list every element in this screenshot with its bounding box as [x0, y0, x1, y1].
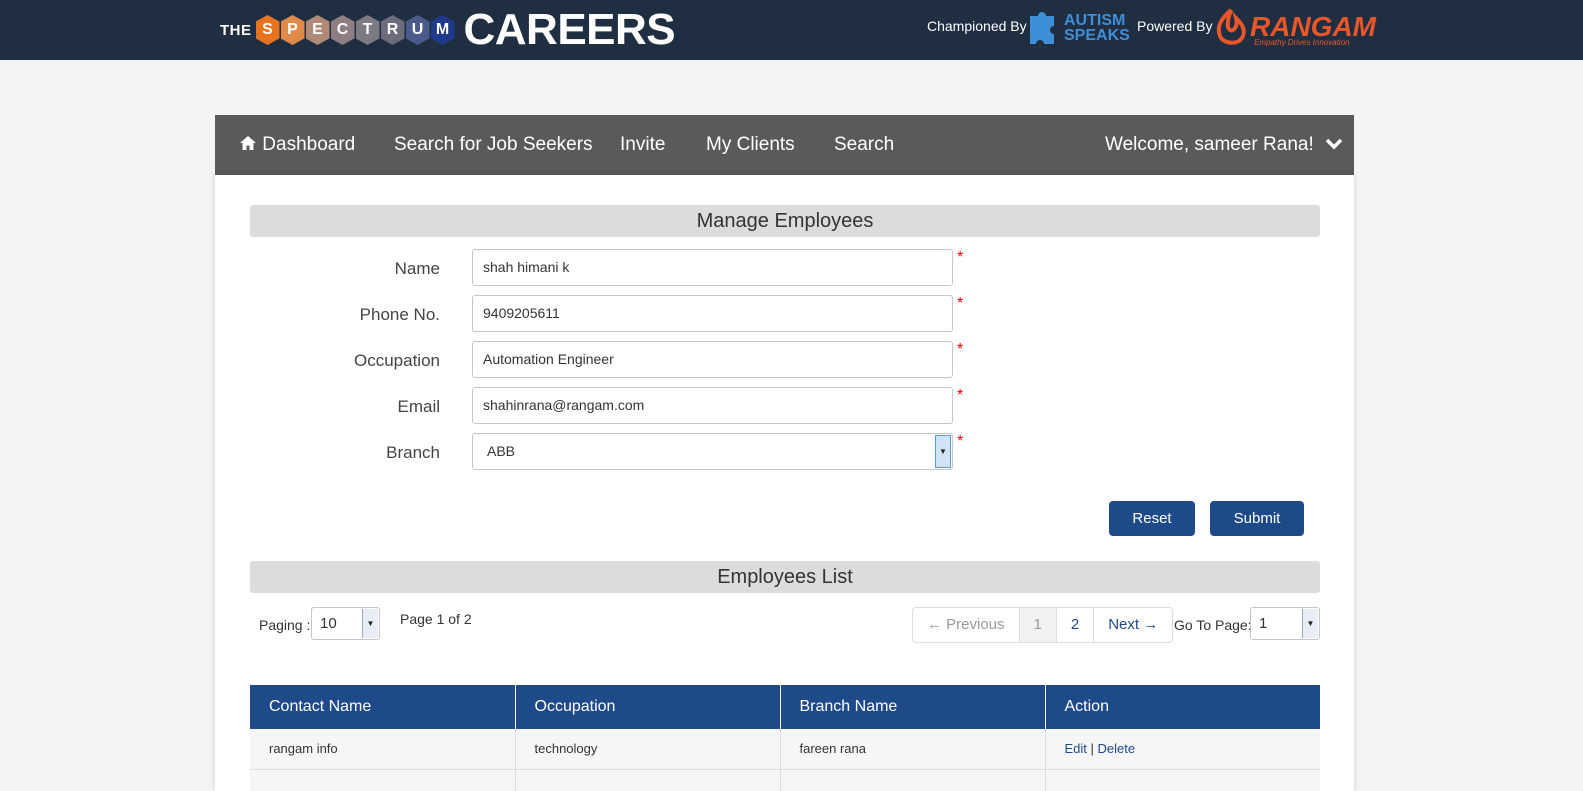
required-mark: *	[957, 249, 964, 266]
welcome-text: Welcome, sameer Rana!	[1105, 134, 1314, 155]
table-header-row: Contact Name Occupation Branch Name Acti…	[250, 685, 1320, 729]
paging-select[interactable]: 10 ▼	[311, 607, 380, 640]
logo-letter: C	[330, 15, 355, 45]
next-page-button[interactable]: Next →	[1094, 608, 1172, 642]
required-mark: *	[957, 341, 964, 358]
logo-letter: U	[405, 15, 430, 45]
nav-invite[interactable]: Invite	[620, 134, 665, 156]
goto-page-label: Go To Page:	[1174, 617, 1252, 633]
employees-table: Contact Name Occupation Branch Name Acti…	[250, 685, 1320, 791]
cell-contact-name: rangam info	[250, 729, 516, 770]
logo-letter: P	[280, 15, 305, 45]
pagination: ← Previous 1 2 Next →	[912, 607, 1174, 643]
required-mark: *	[957, 433, 964, 450]
reset-button[interactable]: Reset	[1109, 501, 1195, 536]
logo-letter: S	[255, 15, 280, 45]
occupation-label: Occupation	[354, 351, 440, 370]
cell-branch-name: fareen rana	[780, 729, 1046, 770]
phone-label: Phone No.	[359, 305, 440, 324]
branch-label: Branch	[386, 443, 440, 462]
goto-page-select[interactable]: 1 ▼	[1250, 607, 1320, 640]
column-header-occupation[interactable]: Occupation	[515, 685, 781, 729]
chevron-down-icon	[1325, 138, 1343, 150]
home-icon	[240, 136, 256, 150]
cell-occupation: technology	[515, 729, 781, 770]
rangam-logo[interactable]: RANGAM Empathy Drives Innovation	[1212, 6, 1376, 48]
content-panel: Manage Employees Name shah himani k * Ph…	[215, 175, 1354, 791]
puzzle-icon	[1030, 12, 1054, 44]
name-label: Name	[394, 259, 440, 278]
logo-letter: R	[380, 15, 405, 45]
cell-action: Edit | Delete	[1045, 729, 1320, 770]
action-separator: |	[1090, 741, 1094, 757]
employees-list-heading: Employees List	[250, 561, 1320, 593]
spectrum-careers-logo[interactable]: THE S P E C T R U M CAREERS	[220, 5, 676, 54]
paging-value: 10	[320, 615, 337, 632]
required-mark: *	[957, 387, 964, 404]
logo-the: THE	[220, 21, 252, 39]
select-arrow-icon[interactable]: ▼	[935, 435, 951, 468]
email-label: Email	[397, 397, 440, 416]
top-header: THE S P E C T R U M CAREERS Championed B…	[0, 0, 1583, 60]
phone-input[interactable]: 9409205611	[472, 295, 953, 332]
logo-letter: E	[305, 15, 330, 45]
previous-page-button[interactable]: ← Previous	[913, 608, 1020, 642]
select-arrow-icon[interactable]: ▼	[1302, 609, 1318, 638]
column-header-contact-name[interactable]: Contact Name	[250, 685, 516, 729]
name-input[interactable]: shah himani k	[472, 249, 953, 286]
select-arrow-icon[interactable]: ▼	[362, 609, 378, 638]
paging-label: Paging :	[259, 617, 311, 633]
email-input[interactable]: shahinrana@rangam.com	[472, 387, 953, 424]
user-menu[interactable]: Welcome, sameer Rana!	[1105, 134, 1343, 156]
required-mark: *	[957, 295, 964, 312]
occupation-input[interactable]: Automation Engineer	[472, 341, 953, 378]
powered-by-label: Powered By	[1137, 18, 1213, 34]
nav-dashboard[interactable]: Dashboard	[239, 134, 355, 156]
table-row	[250, 769, 1320, 791]
submit-button[interactable]: Submit	[1210, 501, 1304, 536]
nav-search[interactable]: Search	[834, 134, 894, 156]
delete-link[interactable]: Delete	[1098, 741, 1136, 756]
logo-careers: CAREERS	[463, 5, 676, 54]
autism-speaks-text: AUTISM SPEAKS	[1064, 12, 1130, 44]
logo-hexes: S P E C T R U M	[255, 15, 456, 45]
page-button-2[interactable]: 2	[1057, 608, 1095, 642]
manage-employees-heading: Manage Employees	[250, 205, 1320, 237]
branch-select[interactable]: ABB ▼	[472, 433, 953, 470]
main-nav: Dashboard Search for Job Seekers Invite …	[215, 115, 1354, 175]
page-info: Page 1 of 2	[400, 611, 472, 627]
nav-search-job-seekers[interactable]: Search for Job Seekers	[394, 134, 593, 156]
column-header-action: Action	[1045, 685, 1320, 729]
rangam-text: RANGAM	[1250, 11, 1376, 42]
rangam-tagline: Empathy Drives Innovation	[1254, 38, 1350, 47]
table-row: rangam info technology fareen rana Edit …	[250, 729, 1320, 770]
goto-page-value: 1	[1259, 615, 1268, 632]
autism-speaks-logo[interactable]: AUTISM SPEAKS	[1026, 8, 1144, 48]
championed-by-label: Championed By	[927, 18, 1027, 34]
nav-dashboard-label: Dashboard	[262, 134, 356, 155]
nav-my-clients[interactable]: My Clients	[706, 134, 795, 156]
column-header-branch-name[interactable]: Branch Name	[780, 685, 1046, 729]
page-button-1[interactable]: 1	[1019, 608, 1057, 642]
edit-link[interactable]: Edit	[1065, 741, 1087, 756]
flame-icon	[1216, 8, 1246, 45]
logo-letter: M	[430, 15, 455, 45]
branch-value: ABB	[487, 443, 516, 459]
logo-letter: T	[355, 15, 380, 45]
